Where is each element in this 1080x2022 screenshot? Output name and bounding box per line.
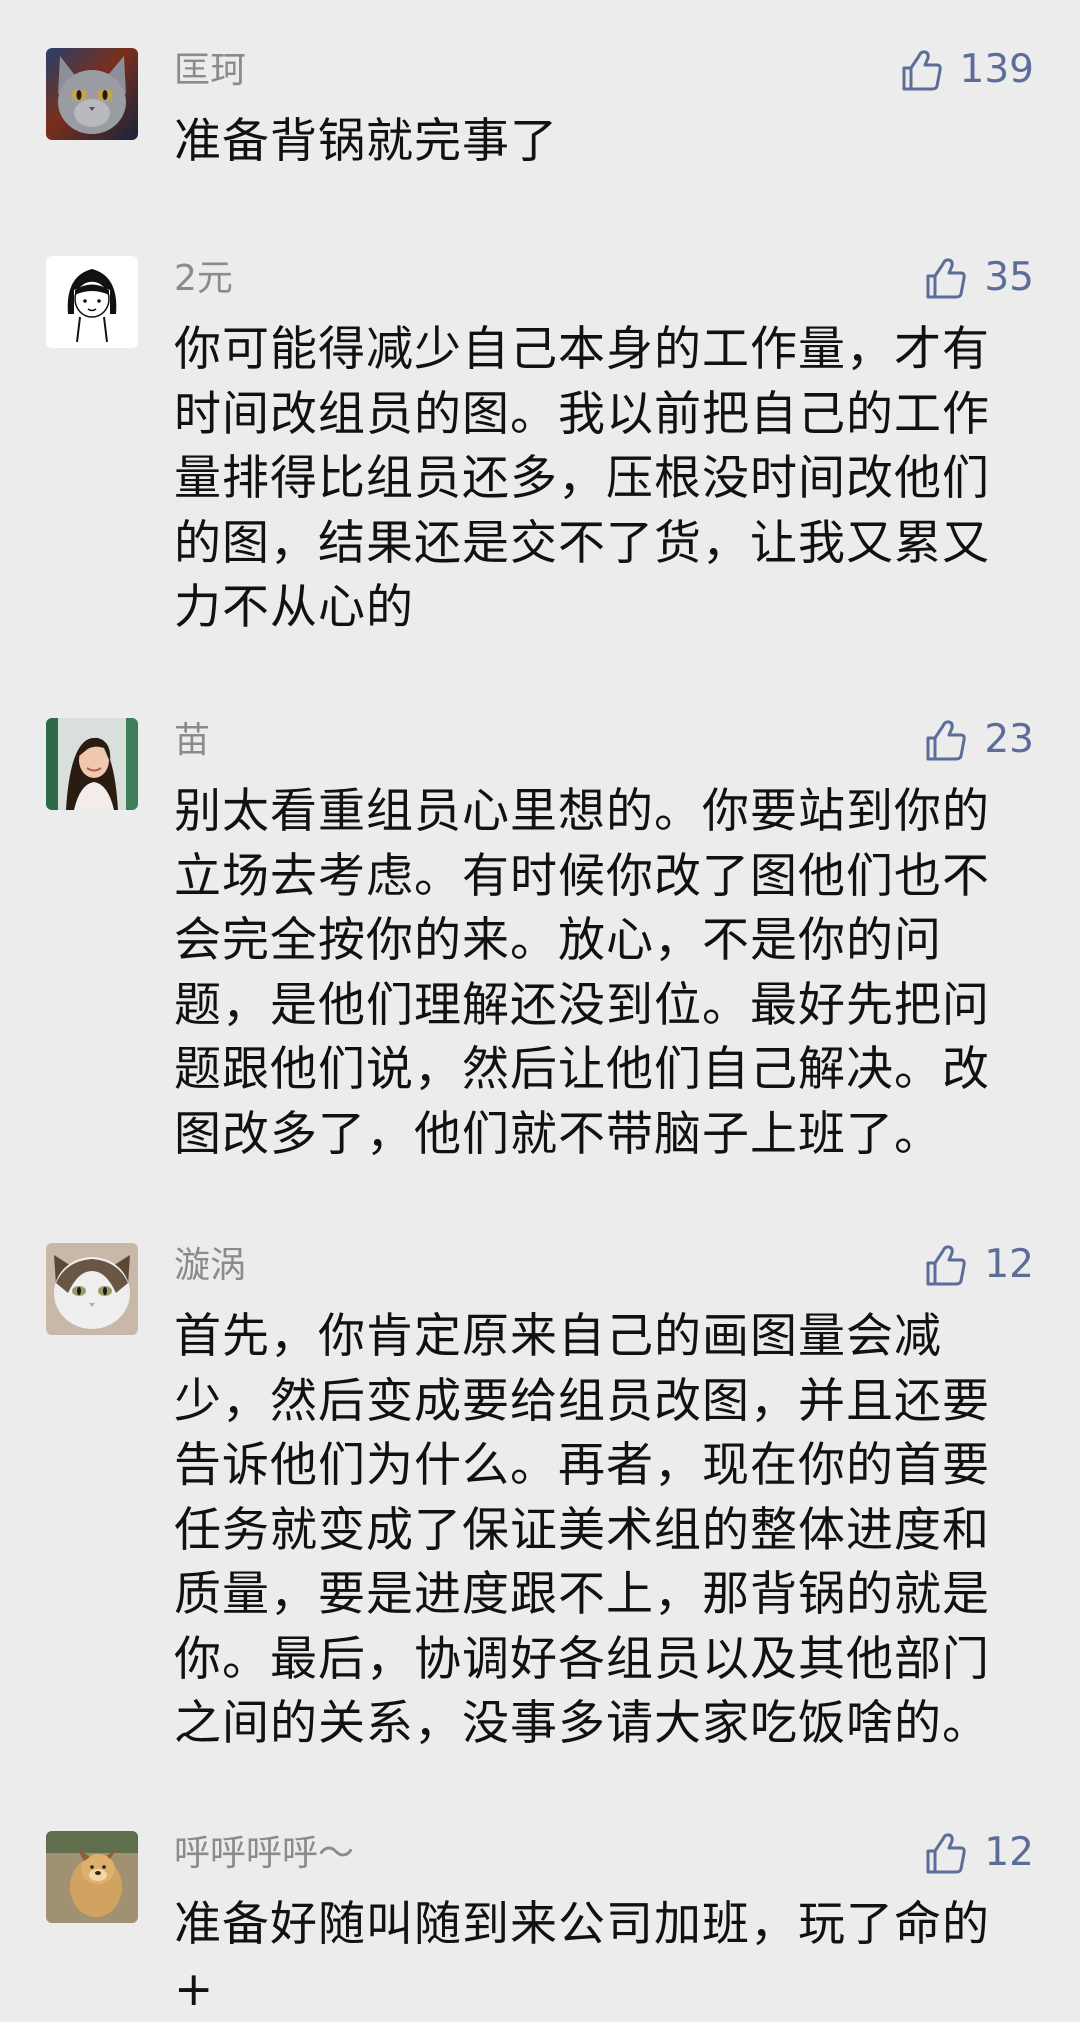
comment-item: 匡珂 139 准备背锅就完事了 [0, 47, 1080, 169]
like-button[interactable]: 12 [924, 1237, 1034, 1293]
comment-author[interactable]: 漩涡 [174, 1243, 246, 1289]
cartoon-girl-avatar-image [46, 256, 138, 348]
comment-author[interactable]: 呼呼呼呼～ [174, 1831, 354, 1877]
dog-photo-avatar[interactable] [46, 1831, 138, 1923]
tabby-cat-avatar-image [46, 1243, 138, 1335]
like-count: 23 [984, 717, 1034, 762]
gray-cat-avatar-image [46, 48, 138, 140]
dog-photo-avatar-image [46, 1831, 138, 1923]
like-count: 12 [984, 1830, 1034, 1875]
thumbs-up-icon[interactable] [924, 1830, 968, 1876]
like-count: 35 [984, 255, 1034, 300]
comment-item: 2元 35 你可能得减少自己本身的工作量，才有时间改组员的图。我以前把自己的工作… [0, 255, 1080, 636]
like-count: 139 [959, 47, 1034, 92]
woman-photo-avatar-image [46, 718, 138, 810]
comment-text: 你可能得减少自己本身的工作量，才有时间改组员的图。我以前把自己的工作量排得比组员… [174, 322, 990, 635]
like-count: 12 [984, 1242, 1034, 1287]
thumbs-up-icon[interactable] [900, 47, 944, 93]
like-button[interactable]: 23 [924, 712, 1034, 768]
like-button[interactable]: 12 [924, 1825, 1034, 1881]
comment-item: 呼呼呼呼～ 12 准备好随叫随到来公司加班，玩了命的+ [0, 1830, 1080, 2017]
comment-item: 漩涡 12 首先，你肯定原来自己的画图量会减少，然后变成要给组员改图，并且还要告… [0, 1242, 1080, 1751]
gray-cat-avatar[interactable] [46, 48, 138, 140]
comment-text: 首先，你肯定原来自己的画图量会减少，然后变成要给组员改图，并且还要告诉他们为什么… [174, 1309, 990, 1751]
comment-text: 准备好随叫随到来公司加班，玩了命的+ [174, 1897, 990, 2017]
like-button[interactable]: 139 [900, 42, 1034, 98]
comment-text: 别太看重组员心里想的。你要站到你的立场去考虑。有时候你改了图他们也不会完全按你的… [174, 784, 990, 1162]
comment-author[interactable]: 苗 [174, 718, 210, 764]
woman-photo-avatar[interactable] [46, 718, 138, 810]
cartoon-girl-avatar[interactable] [46, 256, 138, 348]
like-button[interactable]: 35 [924, 250, 1034, 306]
tabby-cat-avatar[interactable] [46, 1243, 138, 1335]
comment-item: 苗 23 别太看重组员心里想的。你要站到你的立场去考虑。有时候你改了图他们也不会… [0, 717, 1080, 1162]
thumbs-up-icon[interactable] [924, 255, 968, 301]
comment-author[interactable]: 匡珂 [174, 48, 246, 94]
comment-list: 匡珂 139 准备背锅就完事了 2元 35 你可能得减少自己本身的工作量，才有时… [0, 0, 1080, 2017]
thumbs-up-icon[interactable] [924, 717, 968, 763]
thumbs-up-icon[interactable] [924, 1242, 968, 1288]
comment-text: 准备背锅就完事了 [174, 114, 558, 169]
comment-author[interactable]: 2元 [174, 256, 233, 302]
